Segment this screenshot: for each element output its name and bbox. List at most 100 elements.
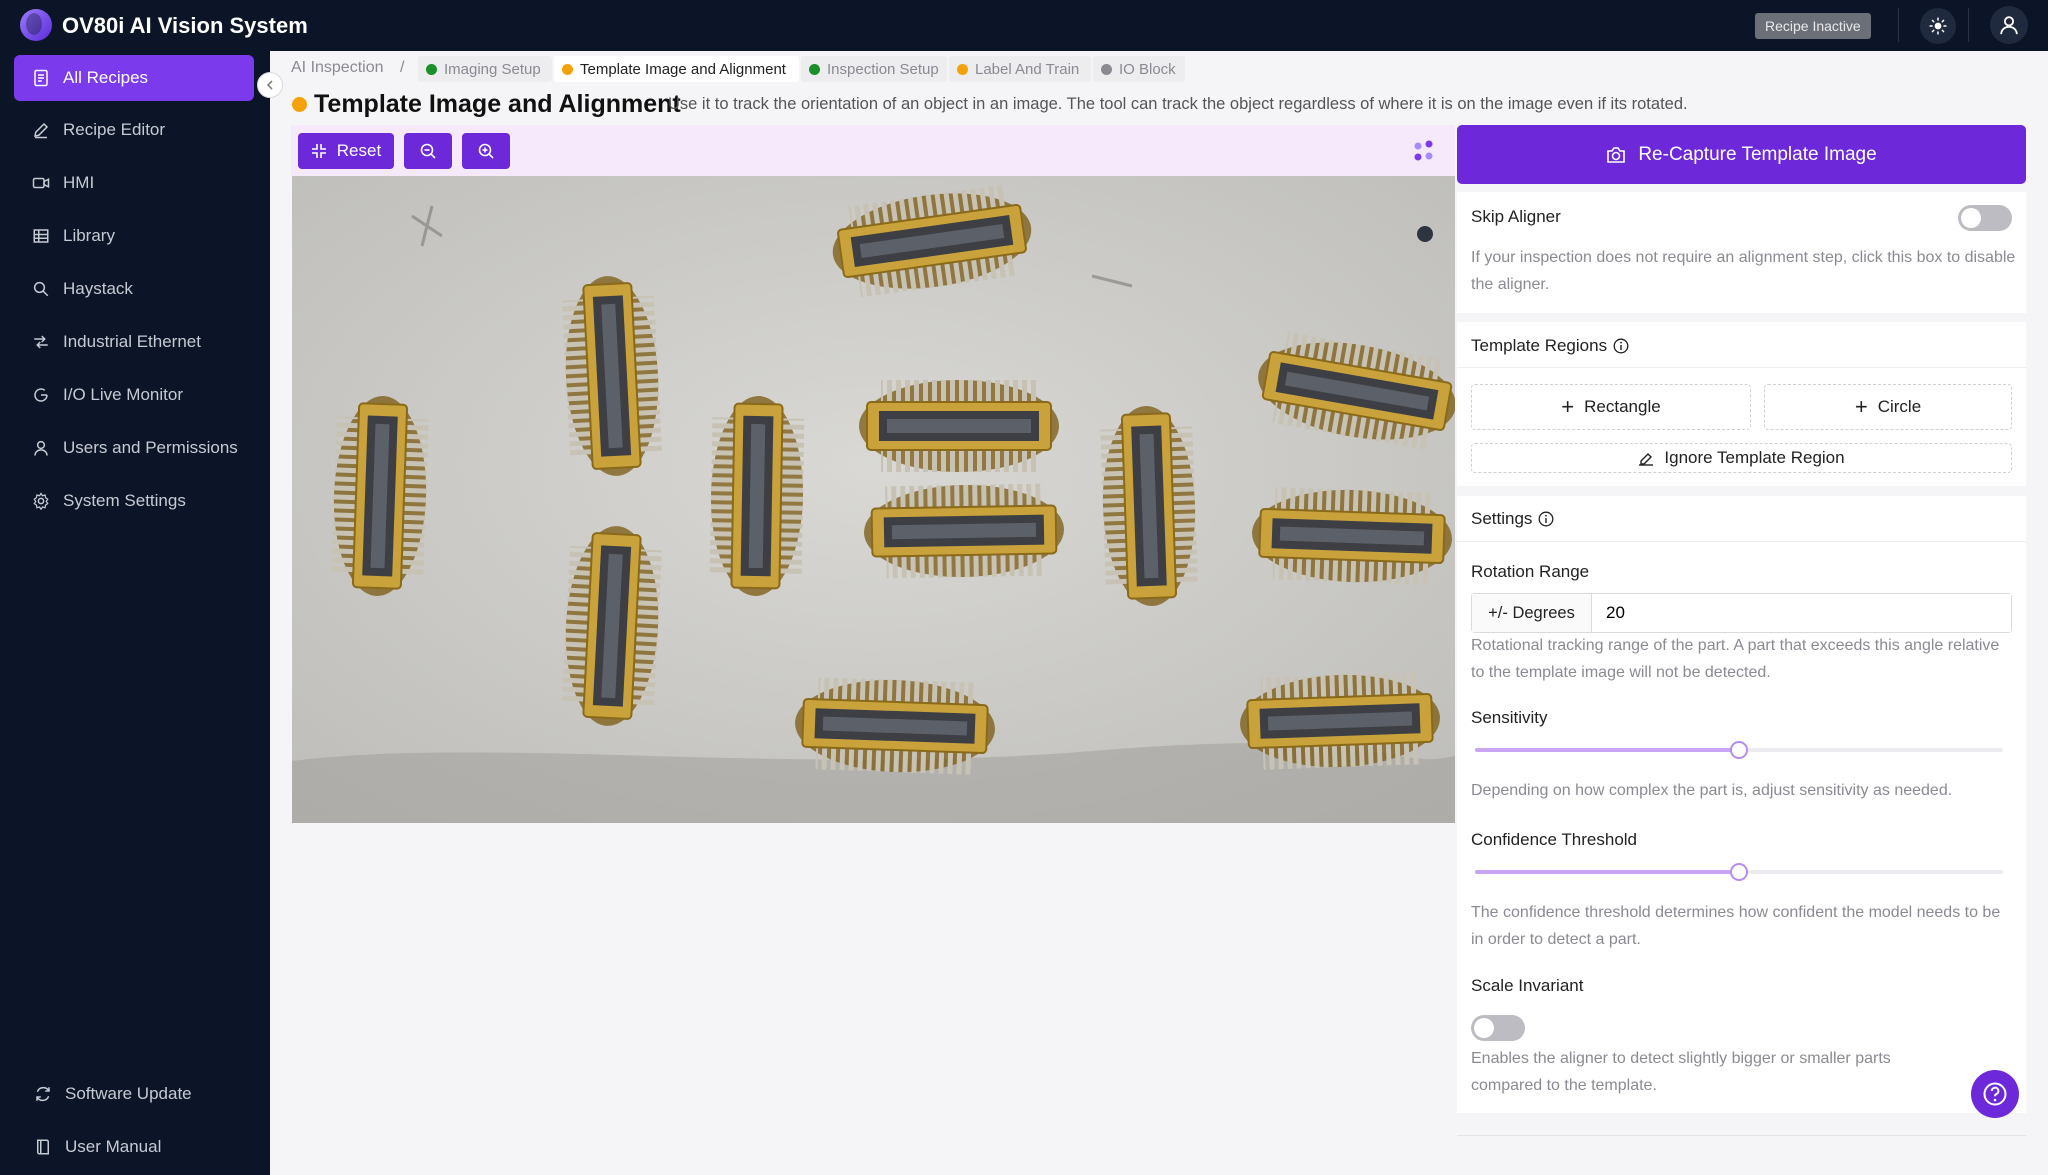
page-title: Template Image and Alignment [314, 90, 681, 118]
logo-icon [20, 9, 52, 41]
zoom-in-button[interactable] [462, 133, 510, 169]
template-image-canvas [292, 176, 1455, 823]
skip-aligner-toggle[interactable] [1958, 205, 2012, 231]
sidebar-item-label: I/O Live Monitor [63, 385, 183, 404]
network-icon [34, 335, 48, 349]
status-dot [957, 63, 968, 75]
sidebar-item-label: Users and Permissions [63, 438, 238, 457]
rotation-range-unit: +/- Degrees [1472, 594, 1592, 632]
circle-label: Circle [1877, 397, 1922, 416]
settings-title-text: Settings [1471, 509, 1533, 528]
sidebar-item-software-update[interactable]: Software Update [16, 1071, 256, 1117]
chevron-left-icon [266, 80, 273, 90]
page-description: Use it to track the orientation of an ob… [668, 95, 1688, 113]
step-io-block[interactable]: IO Block [1093, 56, 1185, 82]
sidebar-item-haystack[interactable]: Haystack [14, 266, 254, 312]
confidence-threshold-help: The confidence threshold determines how … [1471, 904, 2001, 948]
recapture-label: Re-Capture Template Image [1638, 143, 1877, 165]
sidebar-item-label: Haystack [63, 279, 133, 298]
drag-handle-icon[interactable] [1412, 139, 1436, 163]
status-dot [292, 97, 307, 112]
sensitivity-slider-fill [1475, 748, 1739, 752]
template-image[interactable] [292, 176, 1455, 823]
status-dot [426, 63, 437, 75]
scale-invariant-label: Scale Invariant [1471, 976, 1584, 995]
shrink-icon [311, 144, 326, 158]
add-rectangle-button[interactable]: + Rectangle [1471, 384, 1751, 430]
sidebar-item-system-settings[interactable]: System Settings [14, 478, 254, 524]
scale-invariant-help: Enables the aligner to detect slightly b… [1471, 1050, 1891, 1094]
divider [1457, 1135, 2026, 1136]
top-bar: OV80i AI Vision System Recipe Inactive [0, 0, 2048, 51]
app-title: OV80i AI Vision System [62, 13, 308, 38]
skip-aligner-help: If your inspection does not require an a… [1471, 249, 2016, 293]
step-inspection-setup[interactable]: Inspection Setup [801, 56, 947, 82]
grid-icon [33, 229, 49, 243]
image-toolbar: Reset [291, 125, 1455, 176]
reset-button[interactable]: Reset [298, 133, 394, 169]
sidebar-item-label: All Recipes [63, 68, 149, 87]
breadcrumb-separator: / [400, 59, 405, 76]
sensitivity-slider[interactable] [1475, 741, 2003, 759]
step-template-image-and-alignment[interactable]: Template Image and Alignment [554, 56, 799, 82]
step-label: Template Image and Alignment [580, 60, 786, 78]
search-icon [33, 281, 49, 297]
sidebar-item-label: HMI [63, 173, 95, 192]
status-dot [562, 63, 573, 75]
monitor-icon [34, 388, 48, 402]
sidebar-item-label: User Manual [65, 1137, 162, 1156]
sidebar-item-recipe-editor[interactable]: Recipe Editor [14, 107, 254, 153]
status-badge: Recipe Inactive [1755, 13, 1871, 39]
book-icon [37, 1139, 49, 1155]
help-button[interactable] [1971, 1070, 2019, 1118]
rotation-range-label: Rotation Range [1471, 562, 1590, 581]
sensitivity-slider-thumb[interactable] [1730, 741, 1748, 759]
user-menu-button[interactable] [1990, 6, 2028, 44]
sidebar-item-io-live-monitor[interactable]: I/O Live Monitor [14, 372, 254, 418]
zoom-in-icon [478, 143, 494, 159]
template-regions-title: Template Regions [1471, 336, 1629, 356]
step-imaging-setup[interactable]: Imaging Setup [418, 56, 552, 82]
sidebar-item-library[interactable]: Library [14, 213, 254, 259]
plus-icon: + [1854, 394, 1868, 419]
info-icon[interactable] [1538, 511, 1554, 527]
rectangle-label: Rectangle [1584, 397, 1661, 416]
sidebar-item-users-and-permissions[interactable]: Users and Permissions [14, 425, 254, 471]
sidebar-item-all-recipes[interactable]: All Recipes [14, 55, 254, 101]
sun-icon [1929, 17, 1947, 35]
status-dot [809, 63, 820, 75]
theme-toggle-button[interactable] [1920, 8, 1956, 44]
settings-header: Settings [1457, 496, 2026, 542]
confidence-threshold-slider[interactable] [1475, 863, 2003, 881]
skip-aligner-card: Skip Aligner If your inspection does not… [1457, 192, 2026, 313]
sidebar-item-industrial-ethernet[interactable]: Industrial Ethernet [14, 319, 254, 365]
sidebar-item-user-manual[interactable]: User Manual [16, 1124, 256, 1170]
sidebar: All Recipes Recipe Editor HMI Library Ha… [0, 51, 270, 1175]
sidebar-item-hmi[interactable]: HMI [14, 160, 254, 206]
user-icon [34, 440, 48, 456]
template-regions-header: Template Regions [1457, 322, 2026, 368]
sensitivity-label: Sensitivity [1471, 708, 1548, 727]
collapse-sidebar-button[interactable] [257, 72, 283, 98]
scale-invariant-toggle[interactable] [1471, 1015, 1525, 1041]
video-icon [32, 177, 50, 189]
recapture-template-button[interactable]: Re-Capture Template Image [1457, 125, 2026, 184]
user-icon [2000, 16, 2018, 35]
skip-aligner-title: Skip Aligner [1471, 207, 1561, 226]
zoom-out-button[interactable] [404, 133, 452, 169]
breadcrumb-root[interactable]: AI Inspection [291, 59, 384, 77]
divider [1968, 8, 1969, 42]
rotation-range-input[interactable] [1592, 594, 2011, 632]
pencil-icon [34, 122, 49, 139]
rotation-range-help: Rotational tracking range of the part. A… [1471, 637, 2000, 681]
step-label: IO Block [1119, 60, 1176, 78]
template-regions-card: Template Regions + Rectangle + Circle Ig… [1457, 322, 2026, 486]
confidence-slider-thumb[interactable] [1730, 863, 1748, 881]
sidebar-item-label: System Settings [63, 491, 186, 510]
settings-card: Settings Rotation Range +/- Degrees Rota… [1457, 496, 2026, 1113]
ignore-template-region-button[interactable]: Ignore Template Region [1471, 443, 2012, 473]
add-circle-button[interactable]: + Circle [1764, 384, 2012, 430]
step-label-and-train[interactable]: Label And Train [949, 56, 1091, 82]
status-dot [1101, 63, 1112, 75]
info-icon[interactable] [1613, 338, 1629, 354]
